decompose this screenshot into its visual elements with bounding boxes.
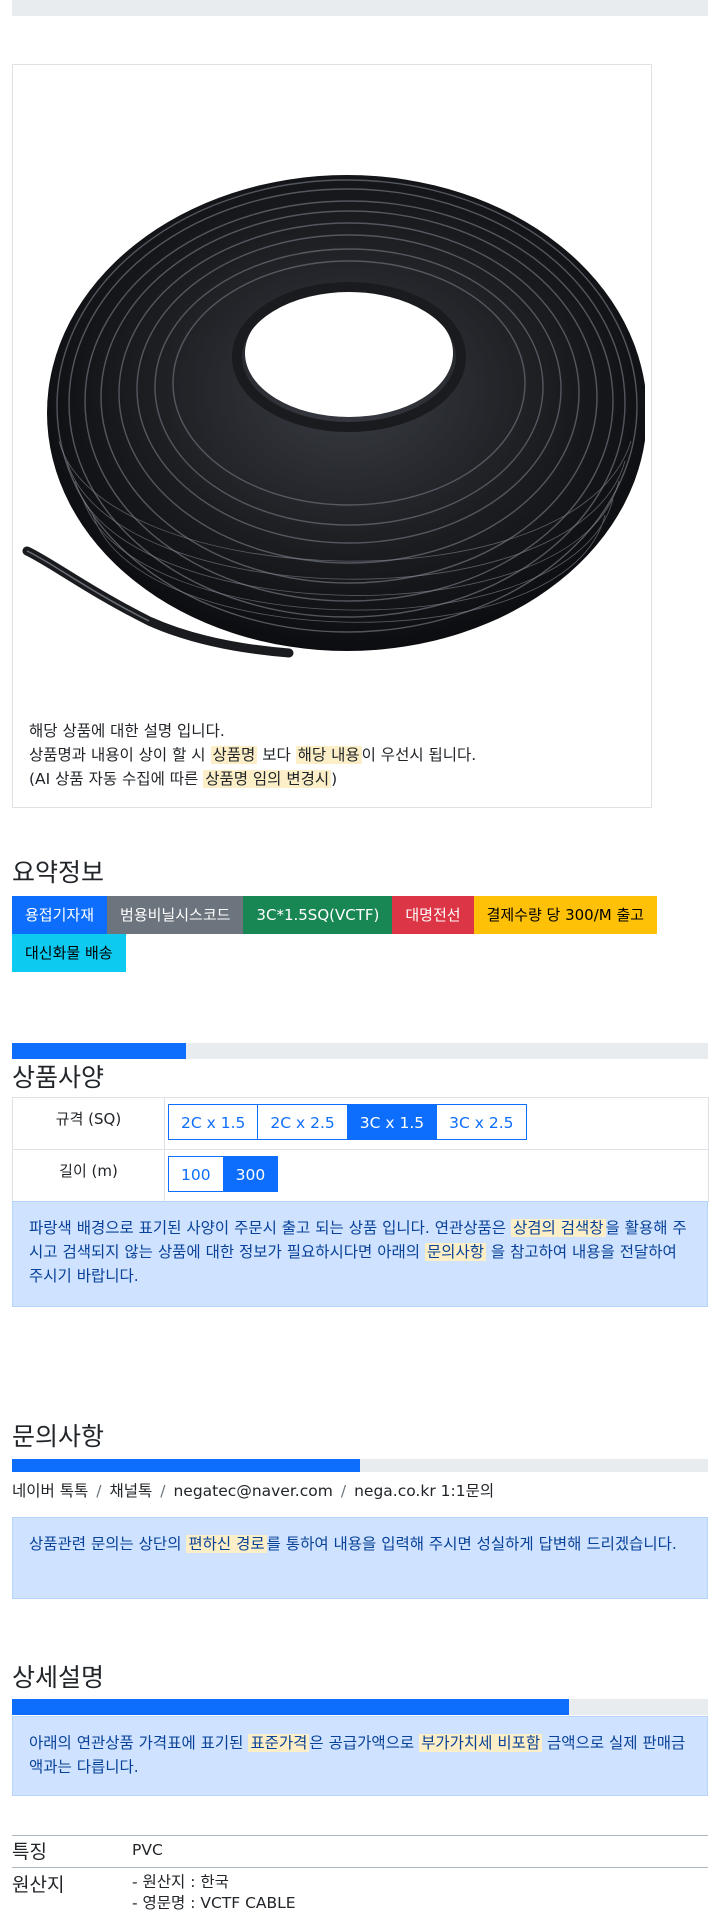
badge-spec: 3C*1.5SQ(VCTF) xyxy=(243,896,393,934)
contact-site-inquiry[interactable]: nega.co.kr 1:1문의 xyxy=(354,1482,494,1500)
feature-value: - 원산지 : 한국 - 영문명 : VCTF CABLE xyxy=(132,1872,296,1914)
summary-title: 요약정보 xyxy=(12,858,105,887)
separator: / xyxy=(96,1482,102,1500)
desc-line-3: (AI 상품 자동 수집에 따른 상품명 임의 변경시) xyxy=(29,767,476,791)
separator: / xyxy=(340,1482,347,1500)
desc-text: 이 우선시 됩니다. xyxy=(361,746,477,764)
product-card: 해당 상품에 대한 설명 입니다. 상품명과 내용이 상이 할 시 상품명 보다… xyxy=(12,64,652,808)
feature-key: 원산지 xyxy=(12,1874,65,1896)
spec-options-length: 100 300 xyxy=(164,1149,709,1202)
contact-channels: 네이버 톡톡 / 채널톡 / negatec@naver.com / nega.co.kr … xyxy=(12,1479,494,1501)
spec-label-length: 길이 (m) xyxy=(12,1149,165,1202)
detail-notice: 아래의 연관상품 가격표에 표기된 표준가격 은 공급가액으로 부가가치세 비포함… xyxy=(12,1716,708,1796)
separator: / xyxy=(160,1482,166,1500)
detail-title: 상세설명 xyxy=(12,1663,105,1692)
spec-notice: 파랑색 배경으로 표기된 사양이 주문시 출고 되는 상품 입니다. 연관상품은… xyxy=(12,1201,708,1307)
spec-row-size: 규격 (SQ) 2C x 1.5 2C x 2.5 3C x 1.5 3C x … xyxy=(12,1097,709,1150)
spec-options-size: 2C x 1.5 2C x 2.5 3C x 1.5 3C x 2.5 xyxy=(164,1097,709,1150)
highlight-name-change: 상품명 임의 변경시 xyxy=(203,770,332,788)
highlight-inquiry: 문의사항 xyxy=(424,1243,486,1261)
desc-text: ) xyxy=(331,770,338,788)
highlight-standard-price: 표준가격 xyxy=(248,1734,310,1752)
detail-progress-bar xyxy=(12,1699,708,1715)
contact-email[interactable]: negatec@naver.com xyxy=(173,1482,332,1500)
highlight-search: 상겸의 검색창 xyxy=(511,1219,606,1237)
inquiry-notice: 상품관련 문의는 상단의 편하신 경로 를 통하여 내용을 입력해 주시면 성실하… xyxy=(12,1517,708,1599)
spec-label-size: 규격 (SQ) xyxy=(12,1097,165,1150)
highlight-product-name: 상품명 xyxy=(210,746,258,764)
feature-value-line: - 원산지 : 한국 xyxy=(132,1873,229,1891)
badge-product-type: 범용비닐시스코드 xyxy=(107,896,244,934)
top-divider-bar xyxy=(12,0,708,16)
badge-category: 용접기자재 xyxy=(12,896,108,934)
feature-value: PVC xyxy=(132,1841,163,1859)
option-300m-selected[interactable]: 300 xyxy=(222,1156,279,1192)
notice-text: 은 공급가액으로 xyxy=(309,1734,420,1752)
inquiry-progress-fill xyxy=(12,1459,360,1472)
option-3c-2-5[interactable]: 3C x 2.5 xyxy=(436,1104,527,1140)
desc-line-1: 해당 상품에 대한 설명 입니다. xyxy=(29,722,225,740)
option-2c-1-5[interactable]: 2C x 1.5 xyxy=(168,1104,259,1140)
option-2c-2-5[interactable]: 2C x 2.5 xyxy=(257,1104,348,1140)
inquiry-progress-bar xyxy=(12,1459,708,1472)
desc-text: 보다 xyxy=(257,746,296,764)
spec-table: 규격 (SQ) 2C x 1.5 2C x 2.5 3C x 1.5 3C x … xyxy=(12,1097,709,1202)
feature-key: 특징 xyxy=(12,1841,47,1863)
spec-progress-bar xyxy=(12,1043,708,1059)
spec-title: 상품사양 xyxy=(12,1063,105,1092)
badge-manufacturer: 대명전선 xyxy=(392,896,474,934)
desc-text: 상품명과 내용이 상이 할 시 xyxy=(29,746,211,764)
notice-text: 를 통하여 내용을 입력해 주시면 성실하게 답변해 드리겠습니다. xyxy=(266,1535,677,1553)
option-100m[interactable]: 100 xyxy=(168,1156,224,1192)
feature-value-line: - 영문명 : VCTF CABLE xyxy=(132,1894,296,1912)
desc-text: (AI 상품 자동 수집에 따른 xyxy=(29,770,204,788)
notice-text: 아래의 연관상품 가격표에 표기된 xyxy=(29,1734,249,1752)
inquiry-title: 문의사항 xyxy=(12,1422,105,1451)
desc-line-2: 상품명과 내용이 상이 할 시 상품명 보다 해당 내용 이 우선시 됩니다. xyxy=(29,743,476,767)
spec-progress-fill xyxy=(12,1043,186,1059)
feature-row-origin: 원산지 - 원산지 : 한국 - 영문명 : VCTF CABLE xyxy=(12,1867,708,1918)
summary-badges: 용접기자재 범용비닐시스코드 3C*1.5SQ(VCTF) 대명전선 결제수량 … xyxy=(12,896,712,972)
feature-row-trait: 특징 PVC xyxy=(12,1835,708,1868)
highlight-vat: 부가가치세 비포함 xyxy=(419,1734,543,1752)
option-3c-1-5-selected[interactable]: 3C x 1.5 xyxy=(346,1104,438,1140)
badge-order-unit: 결제수량 당 300/M 출고 xyxy=(473,896,658,934)
contact-naver-talktalk[interactable]: 네이버 톡톡 xyxy=(12,1482,88,1500)
product-image-cable-coil xyxy=(22,175,645,658)
highlight-content: 해당 내용 xyxy=(295,746,362,764)
spec-row-length: 길이 (m) 100 300 xyxy=(12,1149,709,1202)
detail-progress-fill xyxy=(12,1699,569,1715)
badge-shipping: 대신화물 배송 xyxy=(12,934,126,972)
product-description: 해당 상품에 대한 설명 입니다. 상품명과 내용이 상이 할 시 상품명 보다… xyxy=(29,719,476,791)
notice-text: 파랑색 배경으로 표기된 사양이 주문시 출고 되는 상품 입니다. 연관상품은 xyxy=(29,1219,511,1237)
notice-text: 상품관련 문의는 상단의 xyxy=(29,1535,187,1553)
contact-channeltalk[interactable]: 채널톡 xyxy=(109,1482,152,1500)
highlight-route: 편하신 경로 xyxy=(186,1535,267,1553)
